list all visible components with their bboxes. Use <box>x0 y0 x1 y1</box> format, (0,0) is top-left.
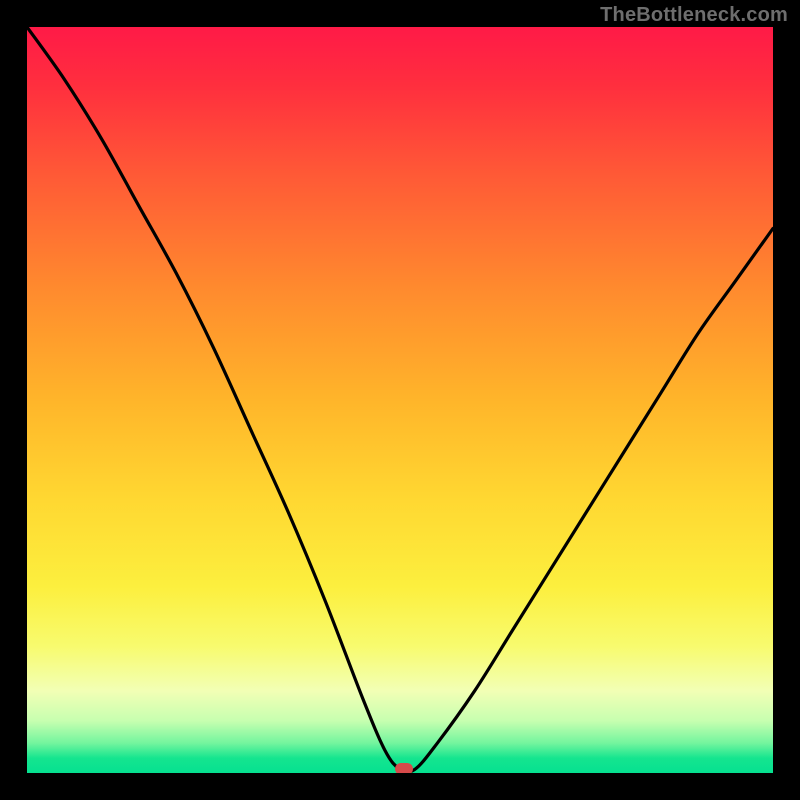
bottleneck-curve <box>27 27 773 773</box>
chart-frame: TheBottleneck.com <box>0 0 800 800</box>
optimal-point-marker <box>395 763 413 773</box>
plot-area <box>27 27 773 773</box>
watermark-text: TheBottleneck.com <box>600 4 788 27</box>
